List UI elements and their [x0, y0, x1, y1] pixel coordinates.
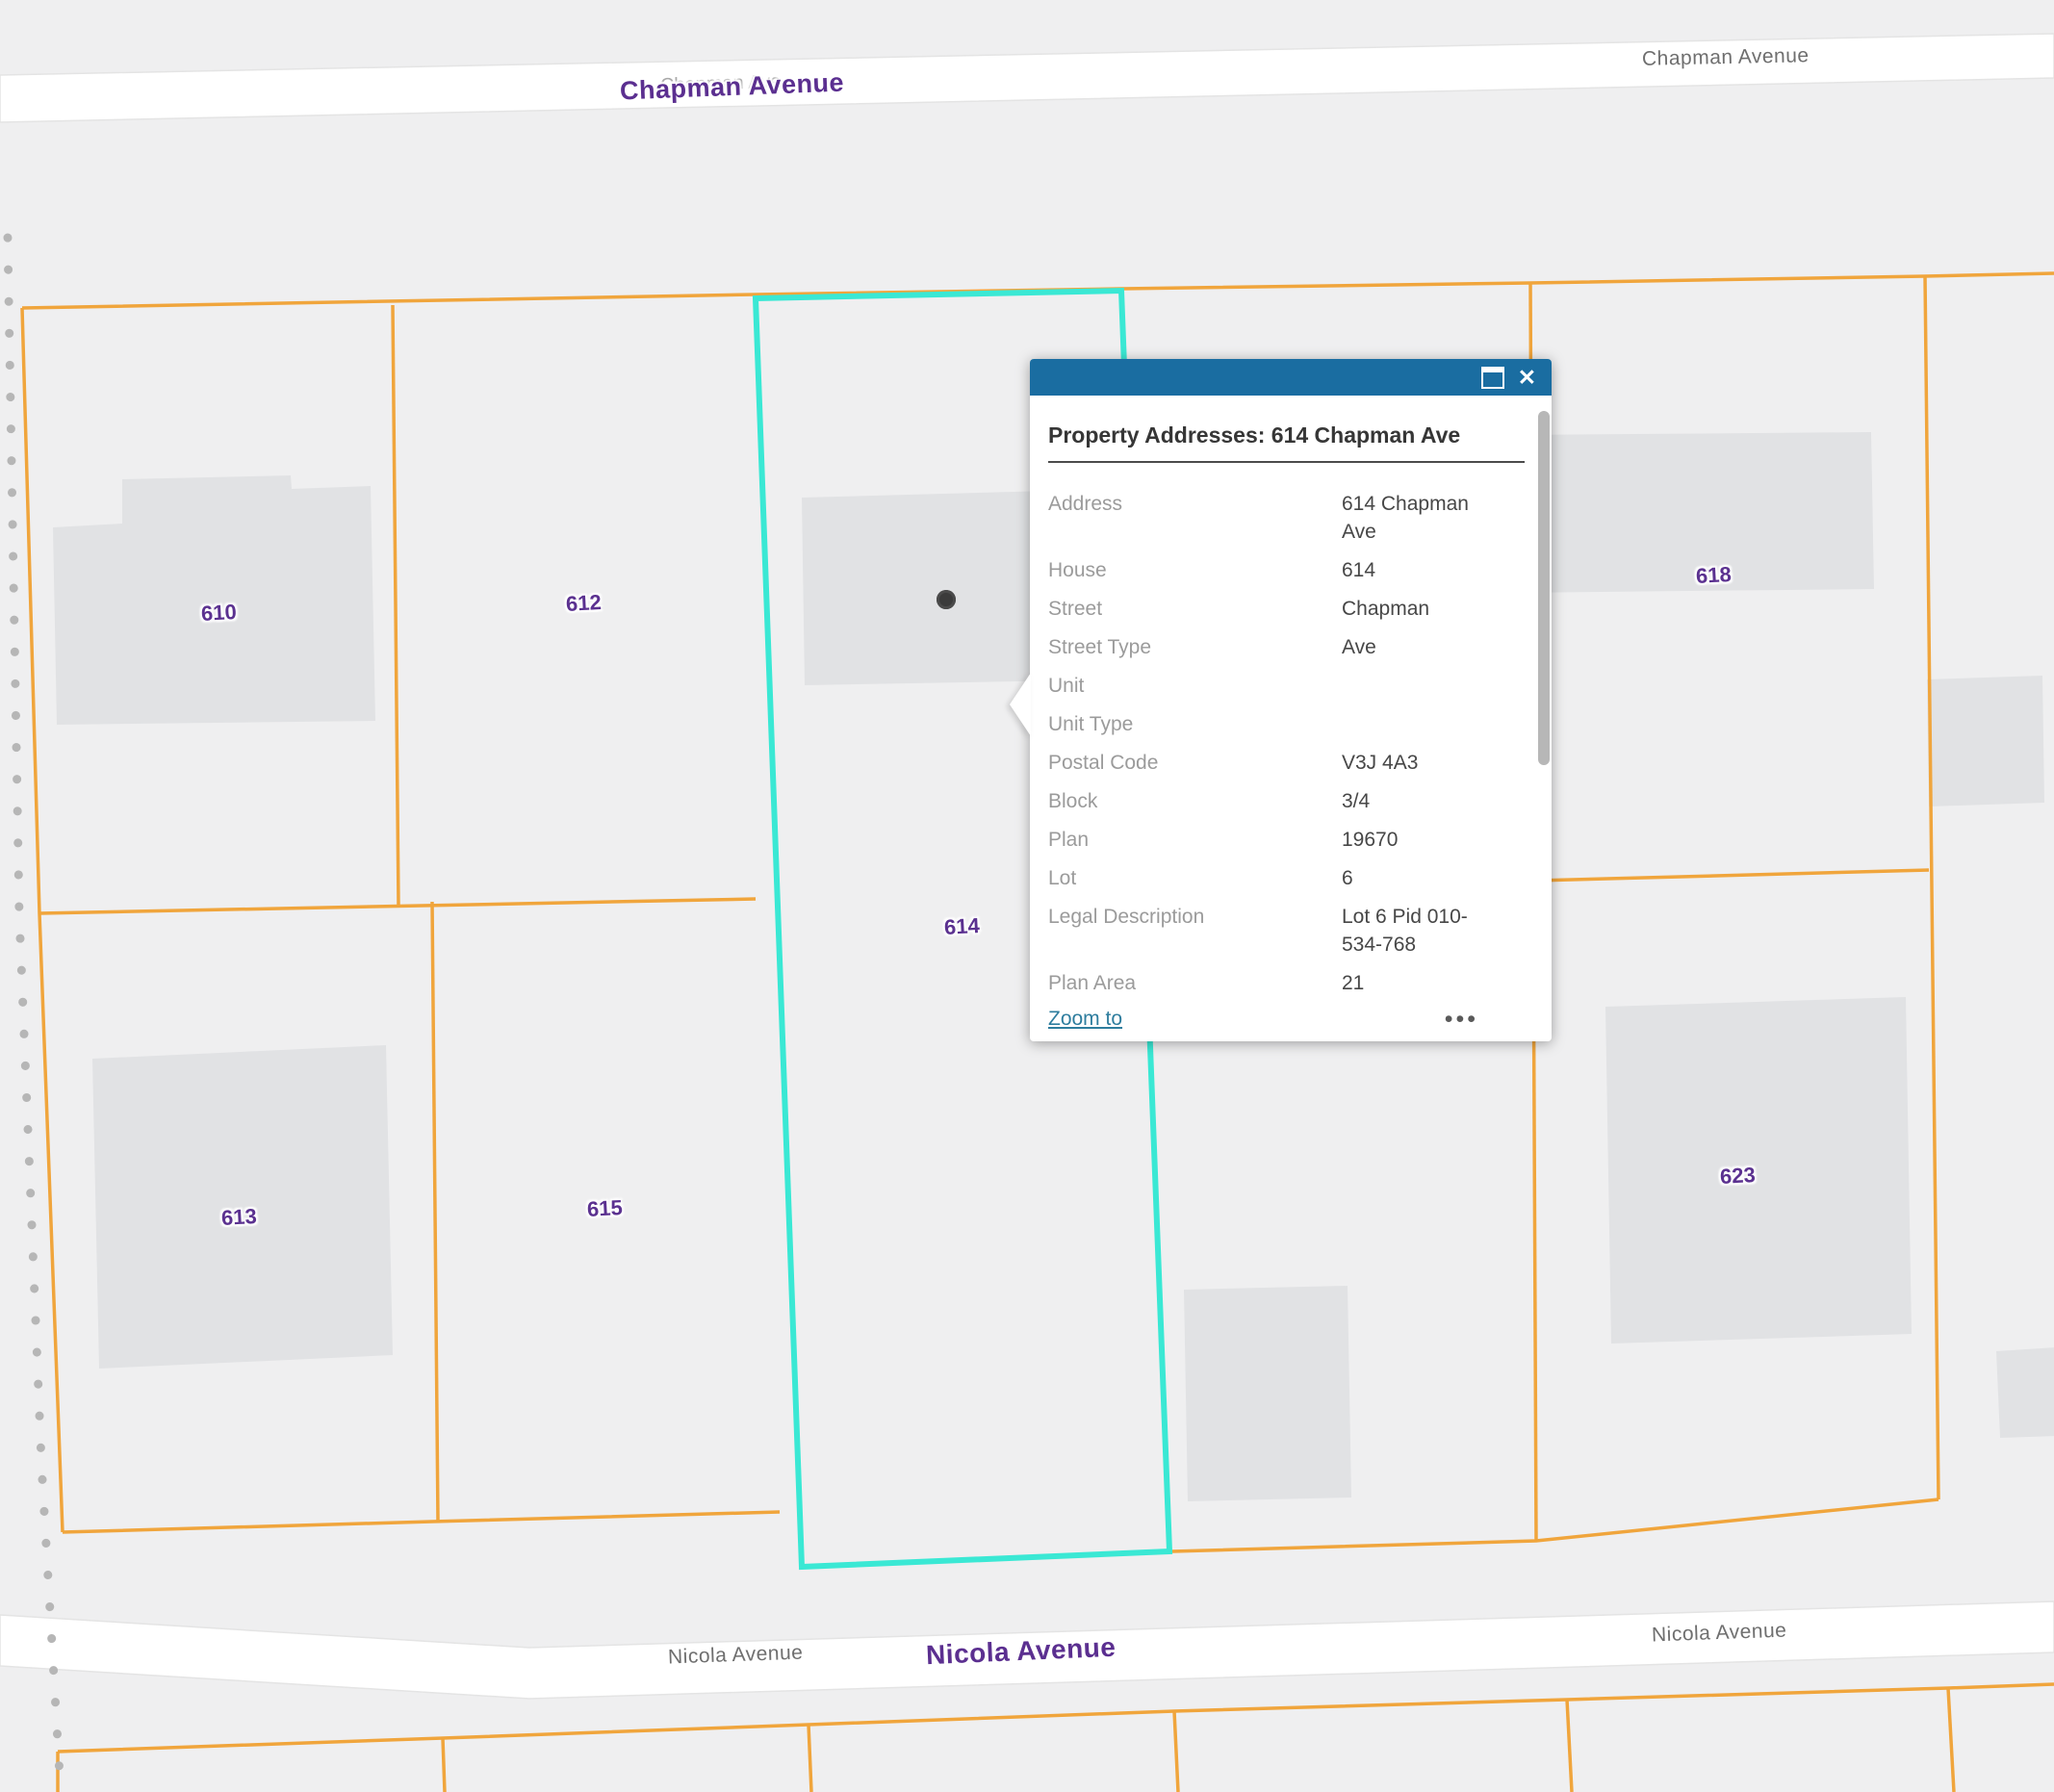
field-row-legal-description: Legal Description Lot 6 Pid 010-534-768	[1048, 903, 1532, 959]
attribute-table: Address 614 Chapman Ave House 614 Street…	[1048, 490, 1532, 997]
field-row-plan-area: Plan Area 21	[1048, 969, 1532, 997]
field-label: Postal Code	[1048, 749, 1342, 777]
maximize-icon[interactable]	[1481, 367, 1504, 389]
field-row-unit-type: Unit Type	[1048, 710, 1532, 738]
building-620	[1927, 676, 2044, 806]
boundary-dotted-line	[8, 238, 61, 1792]
popup-divider	[1048, 461, 1525, 463]
zoom-to-link[interactable]: Zoom to	[1048, 1008, 1122, 1031]
map-geometry	[0, 0, 2054, 1792]
field-value: 614	[1342, 556, 1484, 584]
field-label: House	[1048, 556, 1342, 584]
field-row-street: Street Chapman	[1048, 595, 1532, 623]
field-row-street-type: Street Type Ave	[1048, 633, 1532, 661]
street-label-nicola-right: Nicola Avenue	[1652, 1620, 1787, 1648]
street-label-nicola-left: Nicola Avenue	[668, 1642, 804, 1670]
popup-header: ✕	[1030, 359, 1552, 396]
field-value: Chapman	[1342, 595, 1484, 623]
popup-scrollbar-thumb[interactable]	[1538, 411, 1550, 765]
parcel-label-623: 623	[1719, 1163, 1756, 1190]
popup-footer: Zoom to •••	[1048, 1008, 1532, 1031]
field-label: Legal Description	[1048, 903, 1342, 959]
field-value: Ave	[1342, 633, 1484, 661]
parcel-label-610: 610	[200, 600, 237, 627]
field-value: V3J 4A3	[1342, 749, 1484, 777]
field-value	[1342, 672, 1484, 700]
field-row-address: Address 614 Chapman Ave	[1048, 490, 1532, 546]
field-label: Address	[1048, 490, 1342, 546]
popup-pointer	[1010, 673, 1031, 736]
field-value: 6	[1342, 864, 1484, 892]
parcel-label-612: 612	[565, 590, 602, 617]
more-options-icon[interactable]: •••	[1445, 1014, 1478, 1024]
field-value: 19670	[1342, 826, 1484, 854]
building-mid-bottom	[1184, 1286, 1351, 1501]
parcel-label-614: 614	[943, 913, 980, 940]
parcel-label-615: 615	[586, 1195, 623, 1222]
parcel-label-618: 618	[1695, 562, 1732, 589]
parcel-label-613: 613	[220, 1204, 257, 1231]
building-618	[1511, 432, 1874, 593]
field-label: Block	[1048, 787, 1342, 815]
field-label: Unit Type	[1048, 710, 1342, 738]
field-label: Street Type	[1048, 633, 1342, 661]
field-label: Street	[1048, 595, 1342, 623]
field-row-plan: Plan 19670	[1048, 826, 1532, 854]
popup-title: Property Addresses: 614 Chapman Ave	[1048, 421, 1532, 449]
field-label: Plan Area	[1048, 969, 1342, 997]
map-canvas[interactable]: Chapman Ave Chapman Avenue Chapman Avenu…	[0, 0, 2054, 1792]
field-row-postal-code: Postal Code V3J 4A3	[1048, 749, 1532, 777]
address-point-marker[interactable]	[937, 590, 956, 609]
field-label: Lot	[1048, 864, 1342, 892]
field-value	[1342, 710, 1484, 738]
building-623	[1605, 997, 1912, 1344]
field-row-house: House 614	[1048, 556, 1532, 584]
street-label-chapman-right: Chapman Avenue	[1642, 44, 1810, 71]
popup-content: Property Addresses: 614 Chapman Ave Addr…	[1030, 396, 1552, 1042]
field-row-block: Block 3/4	[1048, 787, 1532, 815]
field-label: Unit	[1048, 672, 1342, 700]
building-right-edge	[1996, 1347, 2054, 1438]
close-icon[interactable]: ✕	[1518, 367, 1536, 389]
field-value: 614 Chapman Ave	[1342, 490, 1484, 546]
field-value: Lot 6 Pid 010-534-768	[1342, 903, 1484, 959]
field-value: 3/4	[1342, 787, 1484, 815]
field-value: 21	[1342, 969, 1484, 997]
field-row-unit: Unit	[1048, 672, 1532, 700]
field-label: Plan	[1048, 826, 1342, 854]
property-popup: ✕ Property Addresses: 614 Chapman Ave Ad…	[1030, 359, 1552, 1041]
field-row-lot: Lot 6	[1048, 864, 1532, 892]
